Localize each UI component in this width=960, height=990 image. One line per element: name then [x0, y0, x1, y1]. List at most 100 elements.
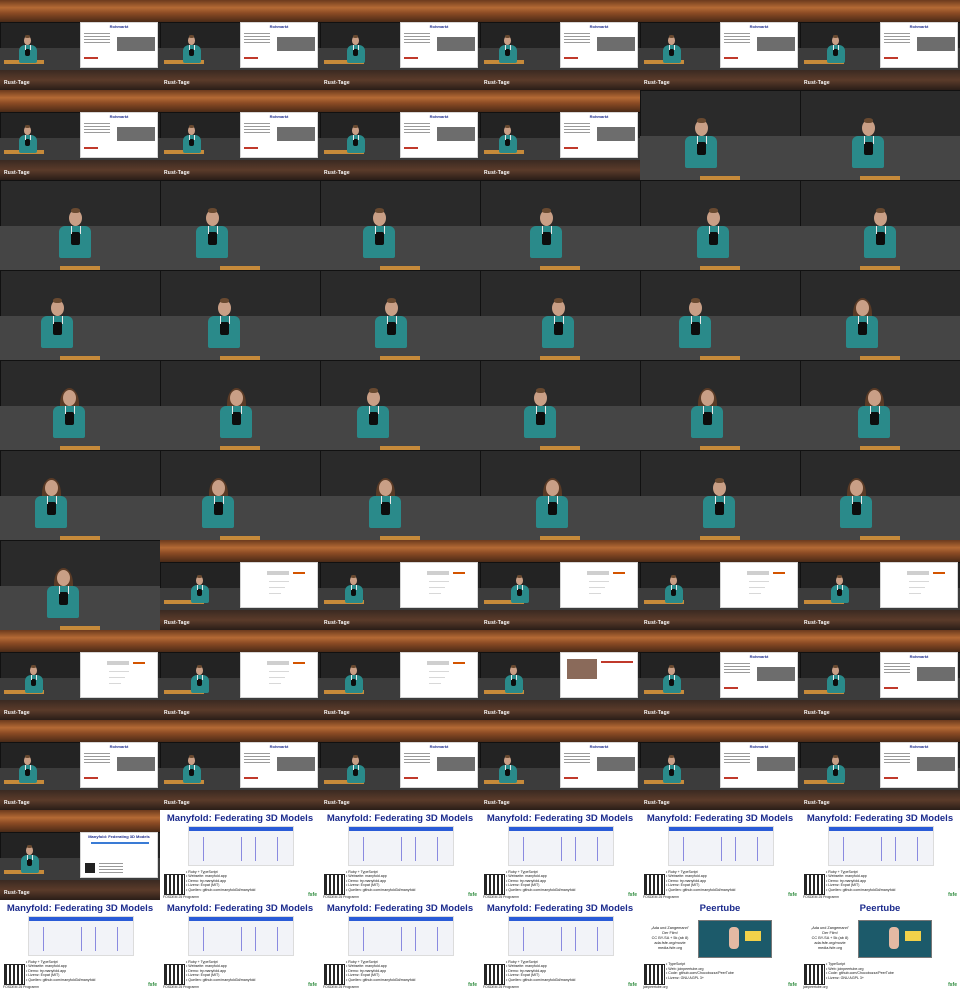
projected-slide: [560, 652, 638, 698]
slide-accent-bar: [244, 57, 258, 59]
slide-text-line: [564, 39, 590, 40]
projected-slide: Rohmarkt: [80, 112, 158, 158]
slide-title: Rohmarkt: [269, 114, 289, 119]
website-list-column: [735, 837, 736, 861]
slide-text-line: [724, 672, 750, 673]
lanyard: [510, 675, 512, 680]
room-banner-top: [800, 0, 960, 22]
slide-text-line: [724, 36, 750, 37]
film-still: [858, 920, 932, 958]
website-list-column: [895, 837, 896, 861]
video-thumbnail-5: Rust-Tage Rohmarkt: [640, 0, 800, 90]
lanyard: [832, 45, 834, 50]
website-header-bar: [29, 917, 133, 921]
room-floor: [800, 496, 960, 540]
room-banner-top: [160, 0, 320, 22]
lanyard: [358, 765, 360, 770]
slide-text-line: [404, 753, 430, 754]
lanyard: [879, 406, 881, 414]
slide-text-line: [84, 123, 110, 124]
website-list-column: [415, 927, 416, 951]
slide-text-line: [564, 126, 590, 127]
speaker-hair: [196, 575, 203, 578]
slide-text-line: [84, 762, 110, 763]
slide-bullet: • Quellen: github.com/manyfold3d/manyfol…: [346, 887, 416, 892]
slide-text-line: [404, 36, 430, 37]
speaker-hair: [708, 208, 719, 214]
website-header-bar: [189, 827, 293, 831]
video-thumbnail-25: [0, 360, 160, 450]
room-floor: [640, 136, 800, 180]
slide-text-line: [269, 671, 289, 672]
shirt-print: [188, 48, 195, 56]
speaker-hair: [668, 35, 675, 38]
projected-slide: Rohmarkt: [80, 742, 158, 788]
qr-code: [484, 964, 505, 985]
website-list-column: [277, 927, 278, 951]
video-thumbnail-24: [800, 270, 960, 360]
slide-accent-bar: [613, 572, 625, 574]
event-logo: Rust-Tage: [164, 170, 190, 176]
speaker-hair: [863, 118, 874, 124]
lanyard: [68, 586, 70, 594]
lanyard: [368, 406, 370, 414]
shirt-print: [352, 48, 359, 56]
qr-code: [804, 874, 825, 895]
room-banner-top: [480, 90, 640, 112]
film-character: [889, 927, 899, 949]
slide-qr-code: [85, 863, 95, 873]
slide-accent-bar: [84, 777, 98, 779]
slide-accent-bar: [84, 57, 98, 59]
speaker-hair: [24, 35, 31, 38]
slide-chart: [907, 571, 929, 575]
lanyard: [563, 316, 565, 324]
slide-text-line: [109, 671, 129, 672]
room-floor: [320, 406, 480, 450]
website-list-column: [363, 927, 364, 951]
qr-code: [324, 874, 345, 895]
slide-text-line: [884, 672, 910, 673]
room-banner-top: [160, 720, 320, 742]
slide-footer: FOSDEM 25 Programm: [483, 895, 519, 899]
shirt-print: [26, 858, 33, 866]
website-list-column: [401, 927, 402, 951]
speaker-hair: [350, 575, 357, 578]
room-banner-top: [480, 720, 640, 742]
projected-slide: Rohmarkt: [880, 22, 958, 68]
lanyard: [510, 45, 512, 50]
speaker-hair: [541, 208, 552, 214]
lanyard: [188, 45, 190, 50]
website-screenshot: [508, 916, 614, 956]
lanyard: [384, 226, 386, 234]
slide-chart: [427, 661, 449, 665]
slide-text-line: [429, 581, 449, 582]
shirt-print: [836, 588, 843, 596]
event-logo: Rust-Tage: [804, 620, 830, 626]
lanyard: [668, 675, 670, 680]
slide-text-line: [84, 126, 110, 127]
video-thumbnail-7: Rust-Tage Rohmarkt: [0, 90, 160, 180]
room-banner-top: [0, 630, 160, 652]
lanyard: [668, 45, 670, 50]
lanyard: [714, 496, 716, 504]
projected-slide: Rohmarkt: [880, 742, 958, 788]
lanyard: [350, 675, 352, 680]
projected-slide: Rohmarkt: [560, 22, 638, 68]
lanyard: [547, 496, 549, 504]
slide-text-line: [99, 869, 123, 870]
lanyard: [386, 316, 388, 324]
slide-chart: [267, 661, 289, 665]
lanyard: [231, 406, 233, 414]
lanyard: [702, 406, 704, 414]
projected-slide: Rohmarkt: [80, 22, 158, 68]
slide-title: Manyfold: Federating 3D Models: [166, 813, 314, 824]
lanyard: [30, 45, 32, 50]
event-logo: Rust-Tage: [324, 620, 350, 626]
room-banner-top: [320, 0, 480, 22]
event-logo: Rust-Tage: [324, 170, 350, 176]
lanyard: [188, 135, 190, 140]
slide-text-line: [244, 762, 270, 763]
projected-slide: [560, 562, 638, 608]
projected-slide: Rohmarkt: [240, 742, 318, 788]
video-thumbnail-11: [640, 90, 800, 180]
